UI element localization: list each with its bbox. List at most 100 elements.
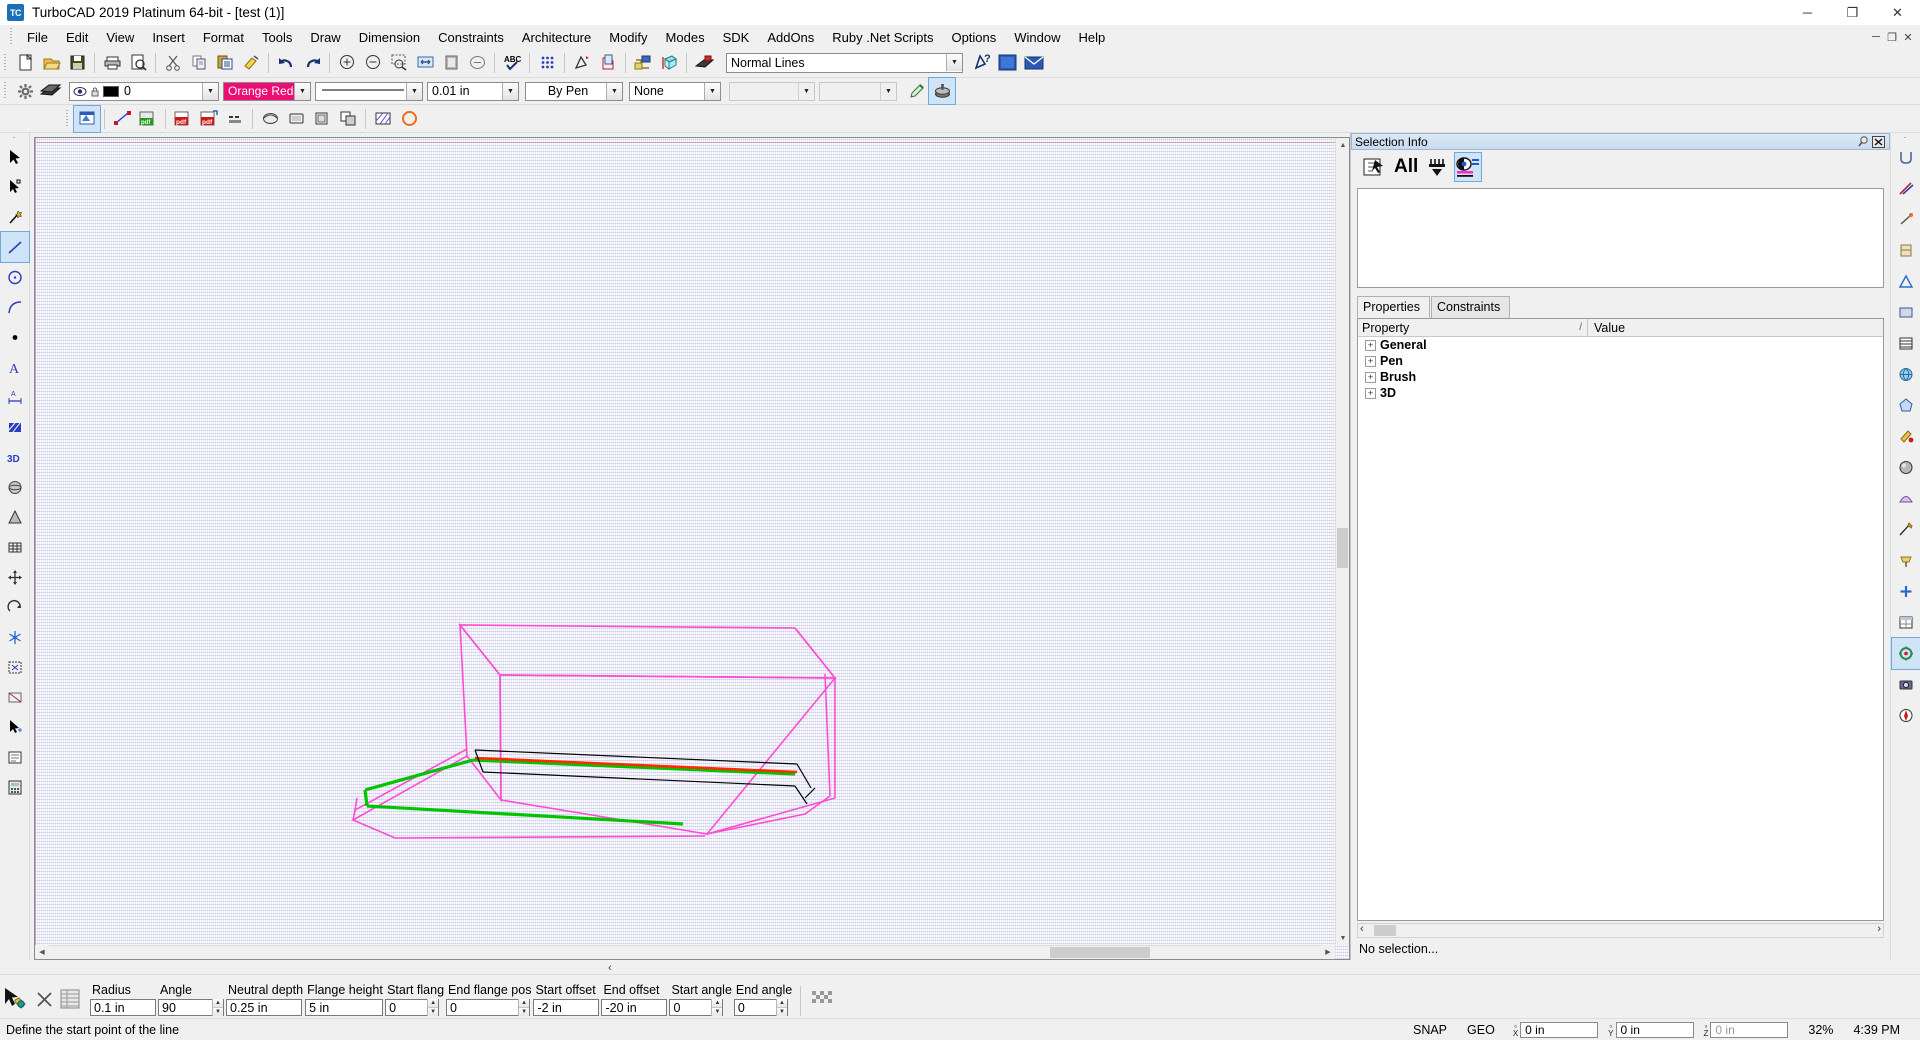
zoom-level[interactable]: 32% [1798,1023,1843,1037]
horizontal-scroll-thumb[interactable] [1374,925,1396,936]
expander-icon[interactable]: + [1365,339,1376,351]
paste-icon[interactable] [212,50,238,76]
menu-edit[interactable]: Edit [57,27,97,48]
render-icon[interactable] [691,50,717,76]
spin-up-icon[interactable]: ▲ [519,999,530,1008]
hatch-pattern-combo[interactable]: ▼ [729,81,815,101]
coord-x-value[interactable]: 0 in [1520,1021,1599,1038]
spin-down-icon[interactable]: ▼ [428,1008,439,1016]
expander-icon[interactable]: + [1365,387,1376,399]
coord-z[interactable]: ▫ Z 0 in [1704,1021,1789,1038]
zoom-window-icon[interactable] [386,50,412,76]
canvas-horizontal-scrollbar[interactable]: ◀ ▶ [35,945,1335,959]
3d-tool[interactable]: 3D [1,442,29,472]
hatch-tool[interactable] [1,412,29,442]
start-angle-spinner[interactable]: ▲ ▼ [711,999,723,1016]
angle-spinner[interactable]: ▲ ▼ [212,999,223,1016]
array-tool[interactable] [1,652,29,682]
scroll-left-icon[interactable]: ‹ [1360,923,1364,935]
standard-toolbar-grip[interactable] [2,52,9,74]
redo-icon[interactable] [299,50,325,76]
brush-combo[interactable]: None ▼ [629,81,721,101]
angle-input[interactable]: ▲▼ [158,999,224,1016]
end-offset-input[interactable] [601,999,668,1016]
table-row[interactable]: + Brush [1358,369,1883,385]
tool-4-icon[interactable] [1892,266,1920,297]
canvas-vertical-scrollbar[interactable]: ▲ ▼ [1335,138,1349,945]
spin-up-icon[interactable]: ▲ [776,999,787,1008]
lamp-icon[interactable] [1892,545,1920,576]
pdf-red-icon[interactable]: pdf [170,106,196,132]
spin-up-icon[interactable]: ▲ [712,999,723,1008]
zoom-out-icon[interactable] [360,50,386,76]
select-tool-icon[interactable] [569,50,595,76]
visibility-eye-icon[interactable] [73,86,87,97]
menu-view[interactable]: View [97,27,143,48]
minimize-button[interactable]: ─ [1785,0,1830,26]
expander-icon[interactable]: + [1365,355,1376,367]
eyedropper-icon[interactable] [903,78,929,104]
select-arrow-tool[interactable] [1,142,29,172]
move-tool[interactable] [1,562,29,592]
table-row[interactable]: + General [1358,337,1883,353]
menu-options[interactable]: Options [942,27,1005,48]
end-flange-pos-input[interactable]: ▲▼ [446,999,531,1016]
shape-icon[interactable] [1892,483,1920,514]
inspector-collapse-chevron[interactable]: ‹ [608,962,612,974]
line-snap-icon[interactable] [109,106,135,132]
selection-all-label[interactable]: All [1391,156,1421,178]
dimension-tool[interactable]: A [1,382,29,412]
scroll-down-icon[interactable]: ▼ [1336,931,1349,945]
rotate-tool[interactable] [1,592,29,622]
spell-check-icon[interactable]: ABC [499,50,525,76]
zoom-page-icon[interactable] [438,50,464,76]
chevron-down-icon[interactable]: ▼ [946,54,962,71]
drawing-canvas[interactable]: ▲ ▼ ◀ ▶ [34,137,1350,960]
copy-icon[interactable] [186,50,212,76]
document-close-button[interactable]: ✕ [1900,29,1916,45]
print-preview-icon[interactable] [125,50,151,76]
column-header-value[interactable]: Value [1588,319,1883,336]
layer-combo[interactable]: 0 ▼ [69,81,219,101]
pan-icon[interactable] [464,50,490,76]
circle-tool[interactable] [1,262,29,292]
tool-2-icon[interactable] [1892,204,1920,235]
grid-table-icon[interactable] [1892,328,1920,359]
menu-help[interactable]: Help [1070,27,1115,48]
radius-input[interactable] [90,999,156,1016]
dash-line-icon[interactable] [222,106,248,132]
end-angle-input[interactable]: ▲▼ [733,999,788,1016]
chevron-down-icon[interactable]: ▼ [880,82,896,100]
blue-panel-icon[interactable] [995,50,1021,76]
chevron-down-icon[interactable]: ▼ [406,82,422,100]
spin-up-icon[interactable]: ▲ [428,999,439,1008]
format-painter-icon[interactable] [238,50,264,76]
workplane-icon[interactable] [656,50,682,76]
start-flange-spinner[interactable]: ▲ ▼ [427,999,439,1016]
magic-wand-tool[interactable] [1,202,29,232]
pen-style-combo[interactable]: By Pen ▼ [525,81,623,101]
sphere-tool[interactable] [1,472,29,502]
right-toolbar-grip[interactable] [1902,135,1909,142]
blocks-icon[interactable] [630,50,656,76]
inspector-grid-icon[interactable] [56,982,84,1016]
stack-order-icon[interactable] [335,106,361,132]
chevron-down-icon[interactable]: ▼ [202,82,218,100]
pin-icon[interactable] [1856,135,1871,149]
visibility-toggle-icon[interactable] [1454,152,1483,182]
close-icon[interactable] [1871,135,1886,149]
compass-icon[interactable] [1892,700,1920,731]
pen-color-combo[interactable]: Orange Red ▼ [223,81,311,101]
table-row[interactable]: + Pen [1358,353,1883,369]
table-icon[interactable] [1892,607,1920,638]
cursor-icon[interactable] [0,982,32,1016]
snap-reference-icon[interactable] [73,104,101,133]
add-icon[interactable] [1892,576,1920,607]
transform-tool[interactable] [1,682,29,712]
close-button[interactable]: ✕ [1875,0,1920,26]
3d-box-icon[interactable] [283,106,309,132]
arc-tool[interactable] [1,292,29,322]
end-flange-pos-spinner[interactable]: ▲ ▼ [518,999,530,1016]
print-icon[interactable] [99,50,125,76]
cone-tool[interactable] [1,502,29,532]
